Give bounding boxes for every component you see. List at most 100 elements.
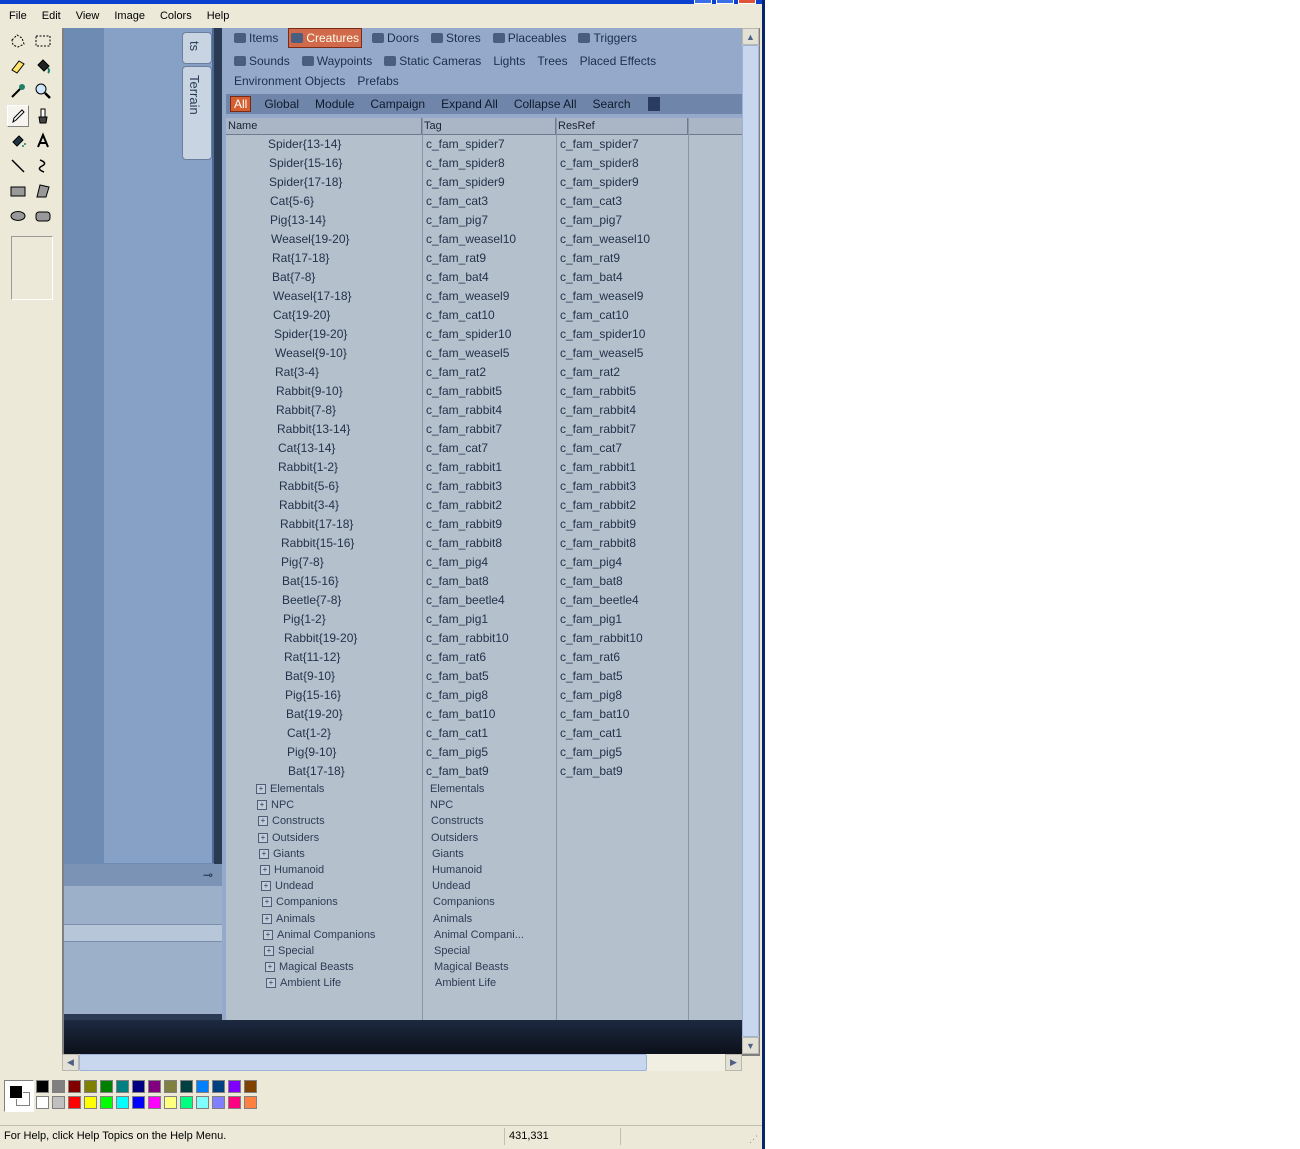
airbrush-tool[interactable] bbox=[7, 130, 29, 152]
stores-icon bbox=[431, 33, 444, 43]
menu-image[interactable]: Image bbox=[105, 10, 151, 22]
close-button[interactable] bbox=[738, 0, 756, 4]
color-swatch[interactable] bbox=[244, 1080, 257, 1093]
creature-tag: c_fam_pig5 bbox=[426, 745, 489, 759]
eraser-tool[interactable] bbox=[7, 55, 29, 77]
menu-file[interactable]: File bbox=[0, 10, 33, 22]
rectangle-select-tool[interactable] bbox=[32, 30, 54, 52]
color-swatch[interactable] bbox=[132, 1080, 145, 1093]
expand-plus-icon: + bbox=[265, 962, 275, 973]
color-swatch[interactable] bbox=[228, 1096, 241, 1109]
resize-grip-icon[interactable]: ⋰ bbox=[749, 1134, 759, 1144]
brush-tool[interactable] bbox=[32, 105, 54, 127]
triggers-icon bbox=[578, 33, 591, 43]
photo-tab-waypoints-label: Waypoints bbox=[316, 54, 373, 68]
color-swatch[interactable] bbox=[164, 1080, 177, 1093]
polygon-tool[interactable] bbox=[32, 180, 54, 202]
creature-resref: c_fam_cat10 bbox=[560, 308, 629, 322]
scroll-up-button[interactable]: ▲ bbox=[742, 28, 759, 45]
curve-tool[interactable] bbox=[32, 155, 54, 177]
color-picker-tool[interactable] bbox=[7, 80, 29, 102]
expand-plus-icon: + bbox=[262, 897, 272, 908]
color-swatch[interactable] bbox=[36, 1096, 49, 1109]
vertical-scroll-thumb[interactable] bbox=[742, 45, 759, 1037]
scroll-down-button[interactable]: ▼ bbox=[742, 1037, 759, 1054]
creature-row: Cat{1-2} c_fam_cat1 c_fam_cat1 bbox=[226, 724, 742, 743]
expand-plus-icon: + bbox=[257, 800, 267, 811]
color-swatch[interactable] bbox=[148, 1080, 161, 1093]
color-swatch[interactable] bbox=[116, 1080, 129, 1093]
photo-tab-sounds: Sounds bbox=[232, 51, 292, 71]
scroll-left-button[interactable]: ◀ bbox=[62, 1054, 79, 1071]
creature-row: Rat{17-18} c_fam_rat9 c_fam_rat9 bbox=[226, 249, 742, 268]
color-swatch[interactable] bbox=[52, 1080, 65, 1093]
magnifier-icon bbox=[35, 83, 51, 99]
color-swatch[interactable] bbox=[52, 1096, 65, 1109]
creature-resref: c_fam_cat7 bbox=[560, 441, 623, 455]
column-header-tag: Tag bbox=[422, 118, 556, 134]
color-swatch[interactable] bbox=[116, 1096, 129, 1109]
color-swatch[interactable] bbox=[212, 1096, 225, 1109]
canvas-area[interactable]: ts Terrain ⊸✕ Items Creatures Doors Stor… bbox=[62, 28, 760, 1056]
creature-row: Spider{13-14} c_fam_spider7 c_fam_spider7 bbox=[226, 135, 742, 154]
color-swatch[interactable] bbox=[100, 1096, 113, 1109]
creature-row: Pig{1-2} c_fam_pig1 c_fam_pig1 bbox=[226, 610, 742, 629]
ellipse-tool[interactable] bbox=[7, 205, 29, 227]
minimize-button[interactable] bbox=[694, 0, 712, 4]
color-swatch[interactable] bbox=[84, 1080, 97, 1093]
column-header-resref: ResRef bbox=[556, 118, 688, 134]
canvas-photo[interactable]: ts Terrain ⊸✕ Items Creatures Doors Stor… bbox=[64, 28, 742, 1056]
scroll-right-button[interactable]: ▶ bbox=[725, 1054, 742, 1071]
creature-row: Cat{13-14} c_fam_cat7 c_fam_cat7 bbox=[226, 439, 742, 458]
creature-resref: c_fam_bat9 bbox=[560, 764, 623, 778]
color-swatch[interactable] bbox=[196, 1096, 209, 1109]
creature-row: Pig{7-8} c_fam_pig4 c_fam_pig4 bbox=[226, 553, 742, 572]
fill-bucket-tool[interactable] bbox=[32, 55, 54, 77]
color-swatch[interactable] bbox=[84, 1096, 97, 1109]
color-swatch[interactable] bbox=[244, 1096, 257, 1109]
creature-row: Rabbit{19-20} c_fam_rabbit10 c_fam_rabbit1… bbox=[226, 629, 742, 648]
color-swatch[interactable] bbox=[68, 1096, 81, 1109]
expand-plus-icon: + bbox=[264, 945, 274, 956]
color-swatch[interactable] bbox=[68, 1080, 81, 1093]
photo-tab-items: Items bbox=[232, 28, 280, 48]
items-icon bbox=[234, 33, 246, 43]
horizontal-scroll-thumb[interactable] bbox=[79, 1054, 647, 1071]
color-swatch[interactable] bbox=[132, 1096, 145, 1109]
menu-edit[interactable]: Edit bbox=[33, 10, 67, 22]
creature-tag: c_fam_beetle4 bbox=[426, 593, 505, 607]
group-tag: Outsiders bbox=[431, 831, 479, 844]
creature-row: Rabbit{15-16} c_fam_rabbit8 c_fam_rabbit8 bbox=[226, 534, 742, 553]
color-swatch[interactable] bbox=[180, 1096, 193, 1109]
menu-colors[interactable]: Colors bbox=[151, 10, 198, 22]
color-swatch[interactable] bbox=[212, 1080, 225, 1093]
color-swatch[interactable] bbox=[148, 1096, 161, 1109]
horizontal-scrollbar[interactable]: ◀ ▶ bbox=[62, 1054, 742, 1071]
menu-help[interactable]: Help bbox=[198, 10, 236, 22]
free-form-select-tool[interactable] bbox=[7, 30, 29, 52]
menu-view[interactable]: View bbox=[67, 10, 106, 22]
creature-tag: c_fam_bat9 bbox=[426, 764, 489, 778]
creature-name: Rabbit{5-6} bbox=[279, 479, 340, 493]
text-tool[interactable] bbox=[32, 130, 54, 152]
rounded-rectangle-tool[interactable] bbox=[32, 205, 54, 227]
color-swatch[interactable] bbox=[228, 1080, 241, 1093]
sounds-icon bbox=[234, 56, 246, 66]
magnifier-tool[interactable] bbox=[32, 80, 54, 102]
color-swatch[interactable] bbox=[164, 1096, 177, 1109]
color-swatch[interactable] bbox=[36, 1080, 49, 1093]
photo-left-panel: ts Terrain ⊸✕ bbox=[64, 28, 249, 1014]
tool-options-box[interactable] bbox=[11, 236, 53, 300]
group-tag: Undead bbox=[432, 880, 471, 893]
color-swatch[interactable] bbox=[180, 1080, 193, 1093]
maximize-button[interactable] bbox=[716, 0, 734, 4]
creature-name: Pig{9-10} bbox=[287, 745, 337, 759]
vertical-scrollbar[interactable]: ▲ ▼ bbox=[742, 28, 759, 1054]
pencil-tool[interactable] bbox=[7, 105, 29, 127]
color-swatch[interactable] bbox=[100, 1080, 113, 1093]
color-swatch[interactable] bbox=[196, 1080, 209, 1093]
line-tool[interactable] bbox=[7, 155, 29, 177]
text-icon bbox=[37, 132, 49, 148]
group-name: Companions bbox=[276, 896, 338, 909]
rectangle-tool[interactable] bbox=[7, 180, 29, 202]
